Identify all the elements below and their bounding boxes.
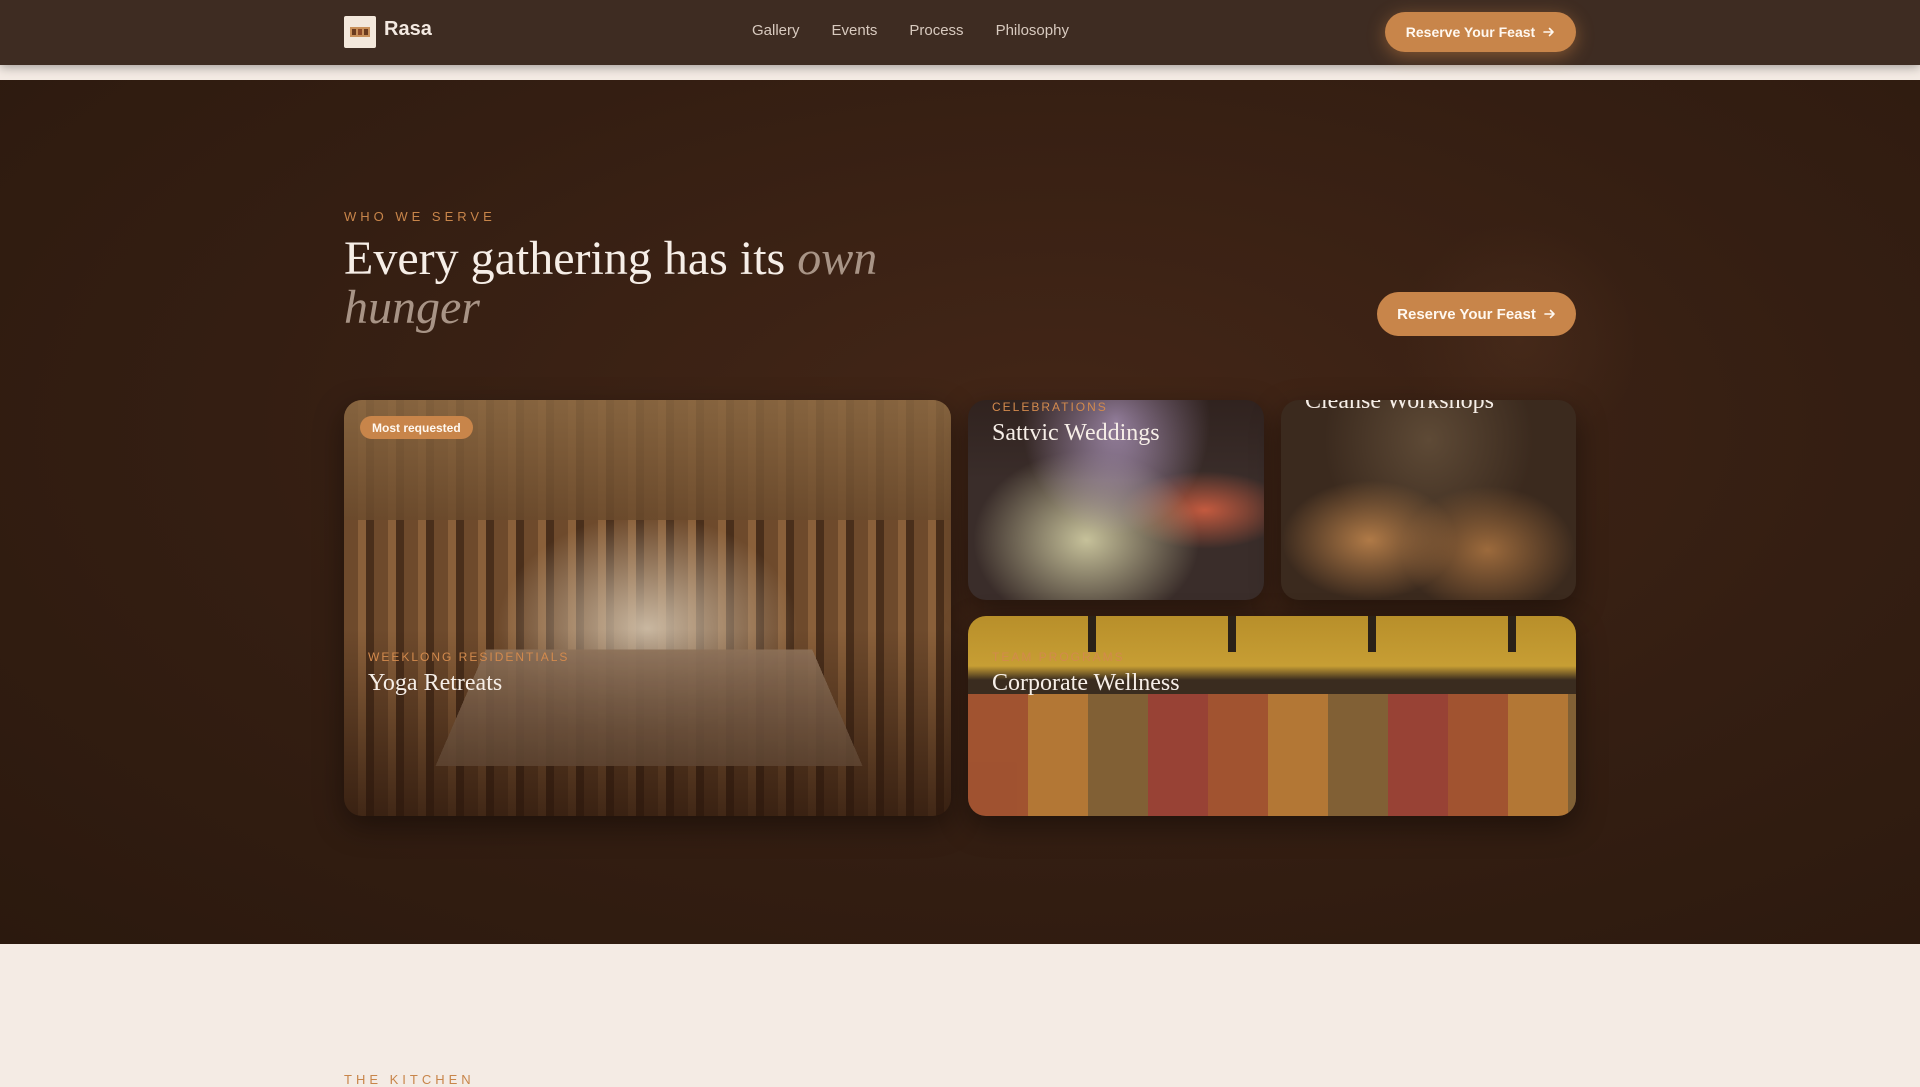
- card-title: Sattvic Weddings: [992, 420, 1160, 446]
- section-headline: Every gathering has its own hunger: [344, 234, 984, 332]
- card-image-trays: [968, 694, 1576, 816]
- card-kicker: WEEKLONG RESIDENTIALS: [368, 650, 570, 664]
- who-we-serve-section: [0, 80, 1920, 944]
- reserve-feast-nav-label: Reserve Your Feast: [1405, 24, 1536, 40]
- reserve-feast-nav-button[interactable]: Reserve Your Feast: [1385, 12, 1576, 52]
- top-nav: Rasa Gallery Events Process Philosophy R…: [0, 0, 1920, 65]
- event-card-yoga-retreats[interactable]: Most requested WEEKLONG RESIDENTIALS Yog…: [344, 400, 951, 816]
- logo-mark: [350, 27, 370, 37]
- nav-link-gallery[interactable]: Gallery: [752, 22, 800, 39]
- arrow-right-icon: [1544, 309, 1555, 319]
- headline-main: Every gathering has its: [344, 232, 798, 285]
- card-kicker: TEAM PROGRAMS: [992, 650, 1125, 664]
- card-title: Yoga Retreats: [368, 670, 503, 696]
- event-card-cleanse-workshops[interactable]: Cleanse Workshops: [1281, 400, 1576, 600]
- nav-link-process[interactable]: Process: [909, 22, 963, 39]
- nav-link-philosophy[interactable]: Philosophy: [996, 22, 1069, 39]
- reserve-feast-hero-label: Reserve Your Feast: [1397, 305, 1536, 323]
- nav-link-events[interactable]: Events: [832, 22, 878, 39]
- section-eyebrow: WHO WE SERVE: [344, 209, 496, 224]
- most-requested-badge: Most requested: [360, 416, 473, 439]
- event-card-corporate-wellness[interactable]: TEAM PROGRAMS Corporate Wellness: [968, 616, 1576, 816]
- event-card-sattvic-weddings[interactable]: CELEBRATIONS Sattvic Weddings: [968, 400, 1264, 600]
- mandala-logo-icon[interactable]: [344, 16, 376, 48]
- card-image-lights: [1008, 616, 1548, 652]
- card-kicker: CELEBRATIONS: [992, 400, 1108, 414]
- nav-links: Gallery Events Process Philosophy: [752, 22, 1069, 39]
- card-title: Cleanse Workshops: [1305, 400, 1494, 414]
- arrow-right-icon: [1543, 27, 1555, 37]
- reserve-feast-hero-button[interactable]: Reserve Your Feast: [1377, 292, 1576, 336]
- card-image-table: [435, 649, 863, 767]
- brand-name[interactable]: Rasa: [384, 18, 432, 41]
- card-title: Corporate Wellness: [992, 670, 1180, 696]
- nav-divider: [0, 65, 1920, 80]
